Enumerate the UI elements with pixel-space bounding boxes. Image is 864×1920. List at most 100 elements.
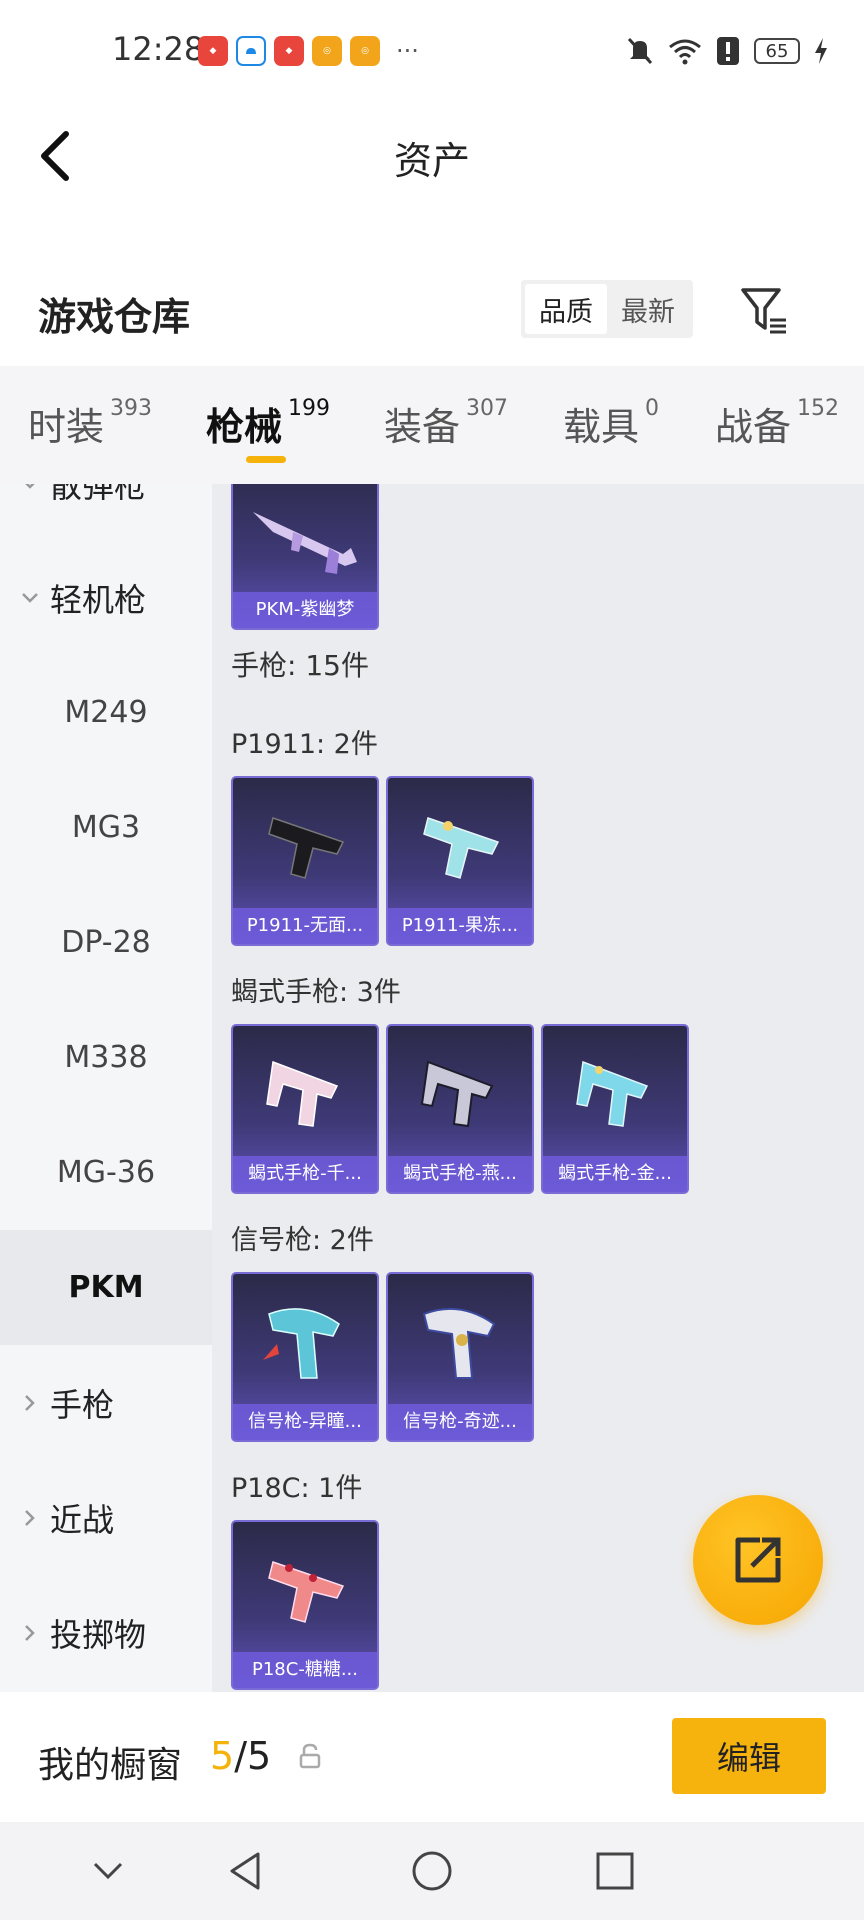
status-right: 65 xyxy=(626,36,828,66)
item-card-label: 信号枪-异瞳... xyxy=(233,1404,377,1440)
warehouse-bar: 游戏仓库 品质 最新 xyxy=(0,204,864,366)
sidebar-item-label: 投掷物 xyxy=(50,1615,147,1654)
sidebar-item-throwable[interactable]: 投掷物 xyxy=(0,1575,212,1690)
nav-home-icon[interactable] xyxy=(407,1846,457,1896)
item-card[interactable]: 蝎式手枪-燕... xyxy=(386,1024,534,1194)
chevron-right-icon xyxy=(25,1624,35,1641)
tab-count: 199 xyxy=(288,396,331,421)
tab-supplies[interactable]: 战备 152 xyxy=(715,396,839,451)
status-time: 12:28 xyxy=(112,30,205,68)
status-bar: 12:28 ◆ ◆ ◎ ◎ ··· 65 xyxy=(0,0,864,104)
item-card[interactable]: PKM-紫幽梦 xyxy=(231,484,379,630)
item-card[interactable]: 信号枪-异瞳... xyxy=(231,1272,379,1442)
huawei-app-icon: ◆ xyxy=(198,36,228,66)
sidebar-item-lmg[interactable]: 轻机枪 xyxy=(0,540,212,655)
sidebar-item-mg3[interactable]: MG3 xyxy=(0,770,212,885)
system-nav-bar xyxy=(0,1822,864,1920)
group-label: 信号枪: 2件 xyxy=(231,1225,374,1256)
sidebar-item-label: 散弹枪 xyxy=(50,484,147,505)
share-icon xyxy=(735,1537,781,1583)
pistol-icon xyxy=(268,1561,345,1623)
showcase-label: 我的橱窗 xyxy=(38,1745,183,1786)
flare-gun-icon xyxy=(263,1308,340,1379)
smg-icon xyxy=(266,1060,339,1127)
item-card-label: 信号枪-奇迹... xyxy=(388,1404,532,1440)
item-card-label: 蝎式手枪-千... xyxy=(233,1156,377,1192)
sidebar: 散弹枪 轻机枪 M249 MG3 DP-28 M338 MG-36 PKM 手枪… xyxy=(0,484,212,1692)
active-tab-indicator xyxy=(246,456,286,463)
sidebar-item-shotgun[interactable]: 散弹枪 xyxy=(0,484,212,541)
chevron-down-icon xyxy=(22,592,38,603)
notification-icons: ◆ ◆ ◎ ◎ ··· xyxy=(198,36,419,66)
mute-bell-icon xyxy=(627,37,653,65)
item-card[interactable]: P1911-无面... xyxy=(231,776,379,946)
showcase-separator: / xyxy=(234,1734,247,1778)
sidebar-item-melee[interactable]: 近战 xyxy=(0,1460,212,1575)
category-tabs: 时装 393 枪械 199 装备 307 载具 0 战备 152 xyxy=(0,366,864,484)
nav-back-icon[interactable] xyxy=(222,1846,272,1896)
sort-quality-button[interactable]: 品质 xyxy=(525,284,607,334)
pistol-icon xyxy=(268,817,345,879)
smg-icon xyxy=(576,1060,649,1127)
item-card-label: PKM-紫幽梦 xyxy=(233,592,377,628)
tab-label: 枪械 xyxy=(206,405,283,449)
machine-gun-icon xyxy=(253,512,357,574)
sidebar-item-dp28[interactable]: DP-28 xyxy=(0,885,212,1000)
game-app-icon: ◎ xyxy=(312,36,342,66)
smg-icon xyxy=(420,1060,494,1128)
item-card-label: P18C-糖糖... xyxy=(233,1652,377,1688)
sidebar-item-label: 近战 xyxy=(50,1500,115,1539)
showcase-total: 5 xyxy=(247,1734,272,1778)
showcase-current: 5 xyxy=(210,1734,235,1778)
chevron-down-icon[interactable] xyxy=(83,1846,133,1896)
item-card-label: P1911-果冻... xyxy=(388,908,532,944)
tab-count: 307 xyxy=(466,396,509,421)
section-title-pistol: 手枪: 15件 xyxy=(231,649,369,682)
nav-recents-icon[interactable] xyxy=(590,1846,640,1896)
battery-indicator: 65 xyxy=(754,38,800,64)
sidebar-item-m249[interactable]: M249 xyxy=(0,655,212,770)
showcase-count: 5/5 xyxy=(210,1734,271,1778)
wifi-icon xyxy=(669,39,701,65)
sidebar-item-label: 手枪 xyxy=(50,1385,115,1424)
tab-label: 载具 xyxy=(563,405,640,449)
group-label: P18C: 1件 xyxy=(231,1473,363,1504)
item-card[interactable]: P1911-果冻... xyxy=(386,776,534,946)
showcase-bar: 我的橱窗 5/5 编辑 xyxy=(0,1692,864,1822)
game-app-icon: ◎ xyxy=(350,36,380,66)
tab-fashion[interactable]: 时装 393 xyxy=(28,396,152,451)
tab-count: 152 xyxy=(797,396,840,421)
tab-count: 0 xyxy=(645,396,660,421)
chevron-right-icon xyxy=(25,1509,35,1526)
tab-equipment[interactable]: 装备 307 xyxy=(384,396,508,451)
tab-vehicles[interactable]: 载具 0 xyxy=(563,396,659,451)
sort-latest-button[interactable]: 最新 xyxy=(607,284,689,334)
filter-icon[interactable] xyxy=(740,286,790,336)
item-card-label: 蝎式手枪-金... xyxy=(543,1156,687,1192)
chevron-right-icon xyxy=(25,1394,35,1411)
tab-label: 战备 xyxy=(715,405,792,449)
flare-gun-icon xyxy=(422,1307,496,1379)
item-card[interactable]: 信号枪-奇迹... xyxy=(386,1272,534,1442)
share-fab-button[interactable] xyxy=(693,1495,823,1625)
sidebar-item-pkm[interactable]: PKM xyxy=(0,1230,212,1345)
header: 资产 xyxy=(0,104,864,204)
item-card[interactable]: P18C-糖糖... xyxy=(231,1520,379,1690)
sort-toggle: 品质 最新 xyxy=(521,280,693,338)
item-card[interactable]: 蝎式手枪-金... xyxy=(541,1024,689,1194)
warehouse-title: 游戏仓库 xyxy=(38,295,191,339)
sidebar-item-label: 轻机枪 xyxy=(50,580,147,619)
sidebar-item-m338[interactable]: M338 xyxy=(0,1000,212,1115)
cloud-app-icon xyxy=(236,36,266,66)
tab-label: 装备 xyxy=(384,405,461,449)
chevron-down-icon xyxy=(25,484,35,489)
charging-icon xyxy=(815,38,827,64)
sidebar-item-mg36[interactable]: MG-36 xyxy=(0,1115,212,1230)
more-notifications-icon: ··· xyxy=(396,37,419,65)
item-card-label: P1911-无面... xyxy=(233,908,377,944)
sidebar-item-pistol[interactable]: 手枪 xyxy=(0,1345,212,1460)
tab-count: 393 xyxy=(110,396,153,421)
tab-weapons[interactable]: 枪械 199 xyxy=(206,396,330,451)
item-card[interactable]: 蝎式手枪-千... xyxy=(231,1024,379,1194)
edit-button[interactable]: 编辑 xyxy=(672,1718,826,1794)
